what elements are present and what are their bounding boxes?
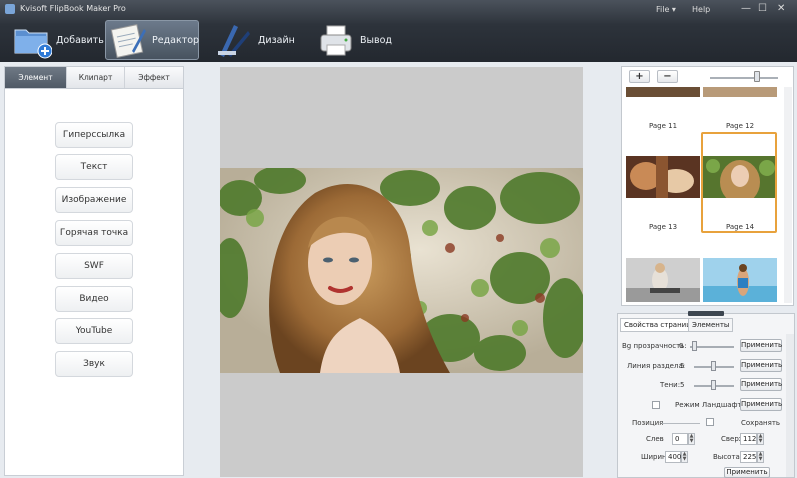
zoom-slider-knob[interactable] (754, 71, 760, 82)
tab-clipart[interactable]: Клипарт (67, 67, 125, 88)
editor-notepad-icon (108, 21, 148, 59)
zoom-slider[interactable] (710, 77, 778, 79)
width-spinner[interactable]: ▲ ▼ (681, 451, 688, 463)
output-printer-icon (316, 21, 356, 59)
properties-scrollbar[interactable] (786, 334, 794, 477)
add-folder-icon (12, 21, 53, 59)
youtube-button[interactable]: YouTube (55, 318, 133, 344)
page-11-label: Page 11 (648, 122, 678, 130)
tab-elements[interactable]: Элементы (688, 318, 734, 332)
page-canvas[interactable] (220, 67, 583, 477)
toolbar-output-label: Вывод (360, 34, 392, 46)
divider-line-knob[interactable] (711, 361, 716, 371)
video-button[interactable]: Видео (55, 286, 133, 312)
height-spinner[interactable]: ▲ ▼ (757, 451, 764, 463)
page-12-label: Page 12 (725, 122, 755, 130)
left-spinner[interactable]: ▲ ▼ (688, 433, 695, 445)
toolbar-add-label: Добавить (56, 34, 104, 46)
page-13-label: Page 13 (648, 223, 678, 231)
close-icon[interactable]: ✕ (777, 4, 785, 14)
shadow-label: Тени: (660, 381, 681, 389)
title-bar: Kvisoft FlipBook Maker Pro File ▾ Help —… (0, 0, 797, 18)
landscape-mode-checkbox[interactable] (652, 401, 660, 409)
properties-panel: Свойства страницы Элементы Вg прозрачнос… (617, 311, 795, 478)
apply-divider-button[interactable]: Применить (740, 359, 782, 372)
top-input[interactable]: 112 (740, 433, 757, 445)
swf-button[interactable]: SWF (55, 253, 133, 279)
toolbar-editor-button[interactable]: Редактор (105, 20, 199, 60)
maximize-icon[interactable]: ☐ (758, 4, 767, 14)
apply-shadow-button[interactable]: Применить (740, 378, 782, 391)
splitter-handle[interactable] (688, 311, 724, 316)
thumbnail-page-15[interactable] (626, 258, 700, 302)
toolbar-editor-label: Редактор (152, 34, 200, 46)
page-photo[interactable] (220, 168, 583, 373)
divider-line-label: Линия раздела: (627, 362, 686, 370)
bg-transparency-label: Вg прозрачность: (622, 342, 687, 350)
thumbnail-scrollbar[interactable] (784, 87, 792, 303)
menu-help[interactable]: Help (692, 5, 710, 14)
shadow-value: 5 (680, 381, 685, 389)
page-14-label: Page 14 (725, 223, 755, 231)
minimize-icon[interactable]: — (741, 4, 751, 14)
hyperlink-button[interactable]: Гиперссылка (55, 122, 133, 148)
thumbnail-page-13[interactable] (626, 156, 700, 198)
toolbar-output-button[interactable]: Вывод (316, 20, 396, 60)
save-position-checkbox[interactable] (706, 418, 714, 426)
position-divider (662, 423, 700, 424)
divider-line-value: 5 (680, 362, 685, 370)
apply-position-button[interactable]: Применить (724, 467, 770, 478)
sound-button[interactable]: Звук (55, 351, 133, 377)
thumbnail-page-12[interactable] (703, 87, 777, 97)
top-bar: Kvisoft FlipBook Maker Pro File ▾ Help —… (0, 0, 797, 62)
apply-transparency-button[interactable]: Применить (740, 339, 782, 352)
position-label: Позиция (632, 419, 664, 427)
element-tabs: Элемент Клипарт Эффект (5, 67, 183, 89)
height-input[interactable]: 225 (740, 451, 757, 463)
save-position-label: Сохранять (741, 419, 781, 427)
landscape-mode-label: Режим Ландшафт (675, 401, 742, 409)
toolbar-design-button[interactable]: Дизайн (214, 20, 295, 60)
window-title: Kvisoft FlipBook Maker Pro (20, 4, 126, 13)
thumbnail-page-16[interactable] (703, 258, 777, 302)
left-label: Слев (646, 435, 664, 443)
zoom-out-button[interactable]: − (657, 70, 678, 83)
tab-effect[interactable]: Эффект (125, 67, 183, 88)
thumbnail-page-11[interactable] (626, 87, 700, 97)
app-logo-icon (5, 4, 15, 14)
height-label: Высота (713, 453, 740, 461)
apply-landscape-button[interactable]: Применить (740, 398, 782, 411)
shadow-knob[interactable] (711, 380, 716, 390)
element-panel: Элемент Клипарт Эффект Гиперссылка Текст… (4, 66, 184, 476)
zoom-in-button[interactable]: + (629, 70, 650, 83)
menu-file[interactable]: File ▾ (656, 5, 676, 14)
image-button[interactable]: Изображение (55, 187, 133, 213)
width-input[interactable]: 400 (665, 451, 681, 463)
left-input[interactable]: 0 (672, 433, 688, 445)
toolbar-add-button[interactable]: Добавить (12, 20, 104, 60)
bg-transparency-knob[interactable] (692, 341, 697, 351)
toolbar-design-label: Дизайн (258, 34, 295, 46)
selected-page-frame (701, 132, 777, 233)
thumbnail-list[interactable]: Page 11 Page 12 Page 13 Page 14 (622, 87, 792, 305)
tab-element[interactable]: Элемент (5, 67, 67, 88)
thumbnail-panel: + − Page 11 Page 12 Page 13 Page 14 (621, 66, 794, 306)
top-spinner[interactable]: ▲ ▼ (757, 433, 764, 445)
text-button[interactable]: Текст (55, 154, 133, 180)
design-tools-icon (214, 21, 254, 59)
hotspot-button[interactable]: Горячая точка (55, 220, 133, 246)
bg-transparency-value: 0 (679, 342, 684, 350)
width-label: Ширин (641, 453, 667, 461)
